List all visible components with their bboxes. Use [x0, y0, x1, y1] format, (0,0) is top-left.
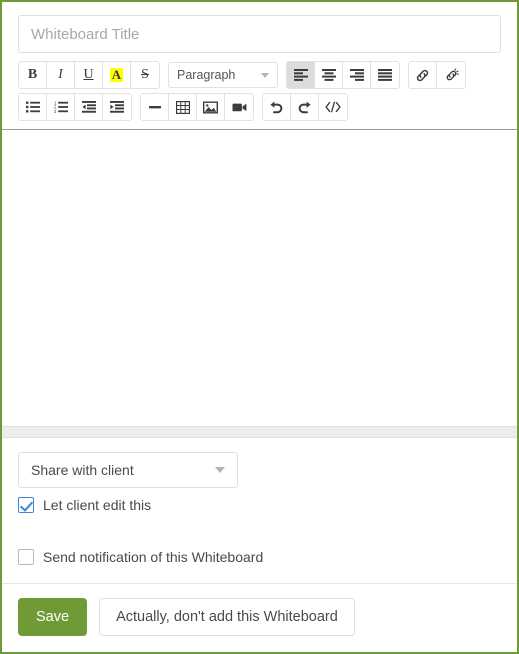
redo-button[interactable]: [291, 94, 319, 120]
undo-arrow-icon: [270, 101, 283, 113]
editor-statusbar: [2, 426, 517, 438]
link-icon: [416, 69, 429, 81]
indent-button[interactable]: [103, 94, 131, 120]
send-notification-label: Send notification of this Whiteboard: [43, 549, 264, 565]
highlight-color-icon: A: [109, 67, 124, 82]
bullet-list-button[interactable]: [19, 94, 47, 120]
redo-arrow-icon: [298, 101, 311, 113]
strikethrough-button[interactable]: S: [131, 62, 159, 88]
align-right-button[interactable]: [343, 62, 371, 88]
align-justify-icon: [378, 69, 392, 81]
video-camera-icon: [232, 103, 246, 111]
outdent-icon: [81, 101, 96, 113]
let-client-edit-label: Let client edit this: [43, 497, 152, 513]
paragraph-format-value: Paragraph: [177, 68, 236, 82]
align-right-icon: [349, 69, 364, 81]
insert-link-button[interactable]: [409, 62, 437, 88]
list-indent-group: 1 2 3: [18, 93, 132, 121]
whiteboard-options: Share with client Let client edit this S…: [2, 438, 517, 565]
save-button[interactable]: Save: [18, 598, 88, 636]
unlink-icon: [446, 68, 459, 80]
insert-image-button[interactable]: [197, 94, 225, 120]
chevron-down-icon: [261, 72, 269, 78]
undo-button[interactable]: [263, 94, 291, 120]
toolbar-row-1: B I U A S Paragraph: [18, 61, 501, 89]
toolbar-row-2: 1 2 3: [18, 93, 501, 121]
underline-button[interactable]: U: [75, 62, 103, 88]
let-client-edit-checkbox[interactable]: [18, 497, 34, 513]
share-select-value: Share with client: [31, 462, 134, 478]
insert-video-button[interactable]: [225, 94, 253, 120]
image-icon: [203, 101, 218, 114]
align-left-button[interactable]: [287, 62, 315, 88]
send-notification-checkbox[interactable]: [18, 549, 34, 565]
send-notification-row: Send notification of this Whiteboard: [18, 549, 501, 565]
paragraph-format-select[interactable]: Paragraph: [168, 62, 278, 88]
highlight-button[interactable]: A: [103, 62, 131, 88]
italic-button[interactable]: I: [47, 62, 75, 88]
form-actions-footer: Save Actually, don't add this Whiteboard: [2, 583, 517, 652]
outdent-button[interactable]: [75, 94, 103, 120]
history-group: [262, 93, 348, 121]
link-group: [408, 61, 466, 89]
cancel-button[interactable]: Actually, don't add this Whiteboard: [99, 598, 355, 636]
share-with-client-select[interactable]: Share with client: [18, 452, 238, 488]
source-code-icon: [325, 101, 341, 113]
bullet-list-icon: [25, 101, 40, 113]
whiteboard-editor-panel: B I U A S Paragraph: [0, 0, 519, 654]
horizontal-rule-button[interactable]: [141, 94, 169, 120]
chevron-down-icon: [215, 467, 225, 473]
whiteboard-editor-content[interactable]: [2, 130, 517, 426]
indent-icon: [110, 101, 124, 113]
numbered-list-icon: 1 2 3: [54, 101, 68, 113]
rich-text-toolbar: B I U A S Paragraph 1 2 3: [2, 53, 517, 130]
whiteboard-title-input[interactable]: [18, 15, 501, 53]
let-client-edit-row: Let client edit this: [18, 497, 501, 513]
alignment-group: [286, 61, 400, 89]
strikethrough-icon: S: [141, 67, 149, 82]
remove-link-button[interactable]: [437, 62, 465, 88]
align-left-icon: [293, 69, 308, 81]
bold-button[interactable]: B: [19, 62, 47, 88]
align-justify-button[interactable]: [371, 62, 399, 88]
italic-icon: I: [58, 67, 63, 82]
inline-format-group: B I U A S: [18, 61, 160, 89]
align-center-button[interactable]: [315, 62, 343, 88]
align-center-icon: [321, 69, 336, 81]
svg-text:3: 3: [54, 109, 57, 113]
table-icon: [175, 100, 190, 114]
horizontal-rule-icon: [148, 106, 161, 109]
insert-table-button[interactable]: [169, 94, 197, 120]
title-field-container: [2, 2, 517, 53]
bold-icon: B: [27, 67, 38, 82]
numbered-list-button[interactable]: 1 2 3: [47, 94, 75, 120]
underline-icon: U: [83, 67, 94, 82]
insert-group: [140, 93, 254, 121]
source-code-button[interactable]: [319, 94, 347, 120]
